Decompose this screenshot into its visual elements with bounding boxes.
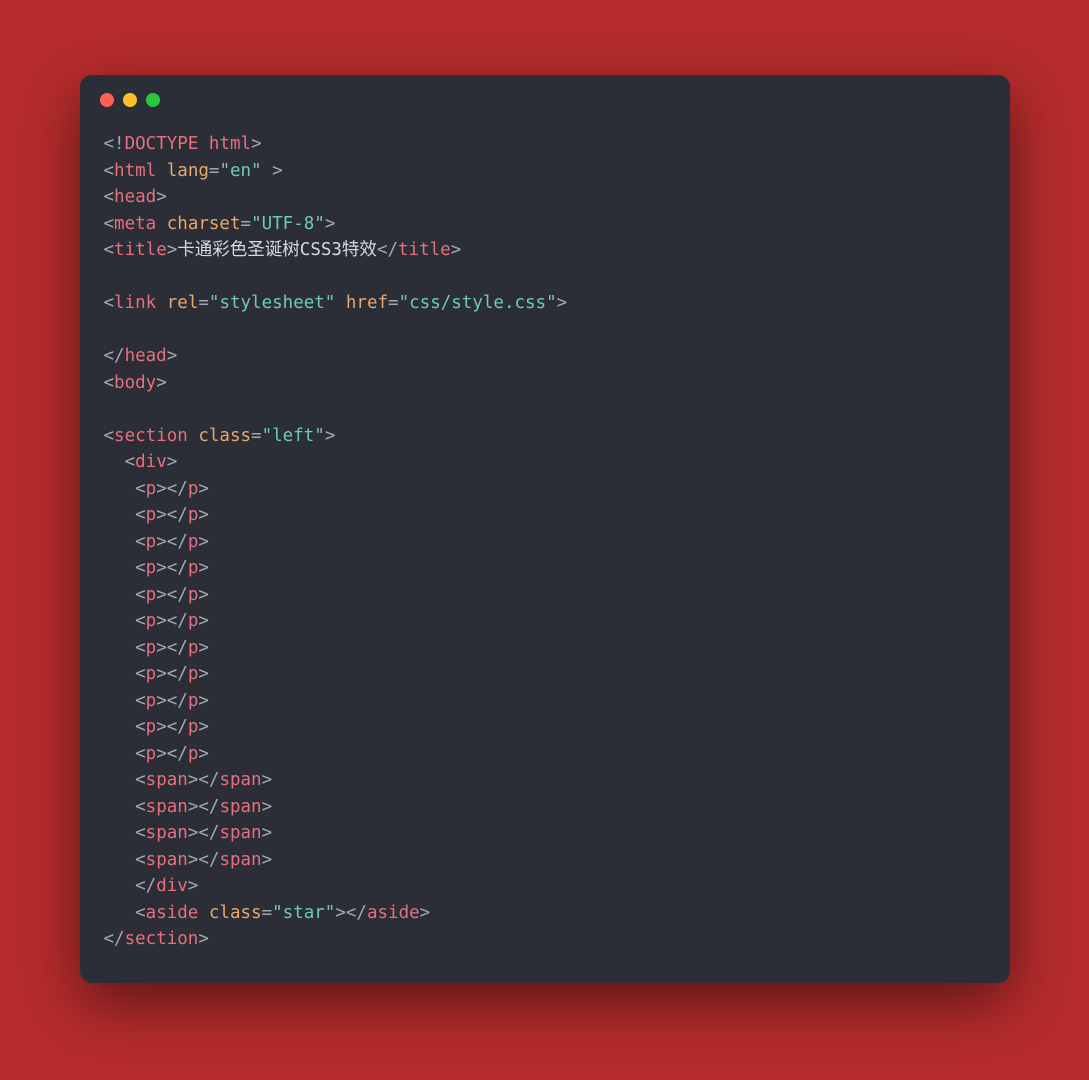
code-line: <span></span> — [104, 770, 273, 790]
code-line: <span></span> — [104, 823, 273, 843]
code-line: <p></p> — [104, 717, 209, 737]
code-line: <html lang="en" > — [104, 161, 283, 181]
code-line: <p></p> — [104, 691, 209, 711]
code-line: <body> — [104, 373, 167, 393]
code-editor-window: <!DOCTYPE html> <html lang="en" > <head>… — [80, 75, 1010, 983]
code-content[interactable]: <!DOCTYPE html> <html lang="en" > <head>… — [80, 113, 1010, 983]
code-line: <meta charset="UTF-8"> — [104, 214, 336, 234]
code-line: <span></span> — [104, 850, 273, 870]
code-line: <section class="left"> — [104, 426, 336, 446]
window-titlebar — [80, 75, 1010, 113]
code-line: <title>卡通彩色圣诞树CSS3特效</title> — [104, 240, 462, 260]
code-line: <p></p> — [104, 558, 209, 578]
code-line: <p></p> — [104, 638, 209, 658]
code-line: </div> — [104, 876, 199, 896]
code-line: <div> — [104, 452, 178, 472]
code-line: <span></span> — [104, 797, 273, 817]
code-line: <!DOCTYPE html> — [104, 134, 262, 154]
code-line: <p></p> — [104, 585, 209, 605]
code-line: </section> — [104, 929, 209, 949]
close-icon[interactable] — [100, 93, 114, 107]
minimize-icon[interactable] — [123, 93, 137, 107]
code-line: <p></p> — [104, 479, 209, 499]
code-line: <link rel="stylesheet" href="css/style.c… — [104, 293, 568, 313]
code-line: <aside class="star"></aside> — [104, 903, 431, 923]
maximize-icon[interactable] — [146, 93, 160, 107]
code-line: <p></p> — [104, 532, 209, 552]
code-line: <p></p> — [104, 664, 209, 684]
code-line: <p></p> — [104, 744, 209, 764]
code-line: <p></p> — [104, 611, 209, 631]
code-line: </head> — [104, 346, 178, 366]
code-line: <head> — [104, 187, 167, 207]
code-line: <p></p> — [104, 505, 209, 525]
